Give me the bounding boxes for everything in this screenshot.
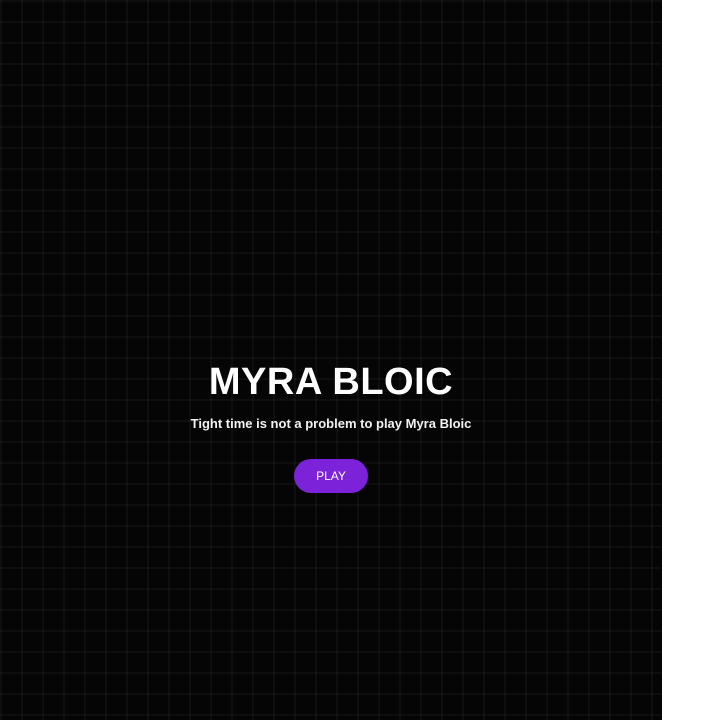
game-landing-background: MYRA BLOIC Tight time is not a problem t… xyxy=(0,0,662,720)
hero-section: MYRA BLOIC Tight time is not a problem t… xyxy=(0,360,662,493)
game-title: MYRA BLOIC xyxy=(208,361,454,403)
play-button[interactable]: PLAY xyxy=(294,459,368,493)
game-tagline: Tight time is not a problem to play Myra… xyxy=(190,416,472,431)
